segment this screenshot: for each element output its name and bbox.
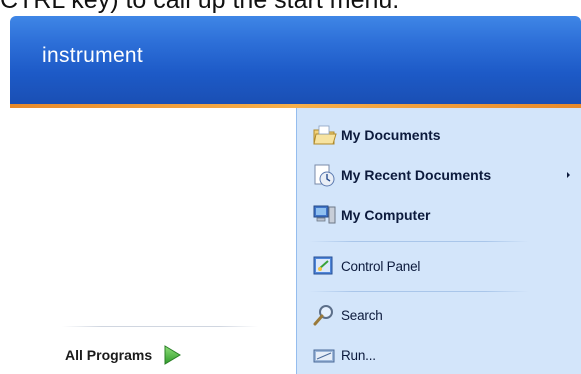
menu-item-label: My Documents (341, 127, 441, 143)
menu-item-search[interactable]: Search (311, 300, 383, 330)
menu-item-label: Search (341, 307, 383, 323)
menu-item-my-documents[interactable]: My Documents (311, 120, 441, 150)
places-divider (309, 291, 529, 292)
recent-documents-icon (314, 164, 335, 187)
all-programs-button[interactable]: All Programs (65, 342, 182, 368)
menu-item-label: Run... (341, 347, 376, 363)
folder-icon (313, 125, 337, 145)
menu-item-run[interactable]: Run... (311, 340, 376, 370)
user-name: instrument (42, 44, 144, 67)
places-pane: My Documents My Recent Documents My Comp… (296, 108, 581, 374)
menu-item-my-computer[interactable]: My Computer (311, 200, 430, 230)
menu-item-label: My Computer (341, 207, 431, 223)
control-panel-icon (313, 256, 333, 275)
all-programs-label: All Programs (65, 347, 153, 363)
left-divider (62, 326, 258, 327)
start-menu: instrument All Programs My Documents My … (10, 16, 581, 374)
menu-item-control-panel[interactable]: Control Panel (311, 251, 420, 281)
pinned-programs-pane: All Programs (10, 108, 296, 374)
submenu-arrow-icon (567, 172, 570, 178)
menu-item-label: My Recent Documents (341, 167, 492, 183)
green-arrow-icon (164, 345, 182, 365)
menu-item-my-recent-documents[interactable]: My Recent Documents (311, 160, 491, 190)
computer-icon (313, 205, 336, 224)
menu-item-label: Control Panel (341, 258, 421, 274)
start-menu-header: instrument (10, 16, 581, 104)
places-divider (309, 241, 529, 242)
run-icon (313, 349, 335, 363)
search-icon (313, 305, 333, 326)
instruction-caption: CTRL key) to call up the start menu. (0, 0, 400, 14)
